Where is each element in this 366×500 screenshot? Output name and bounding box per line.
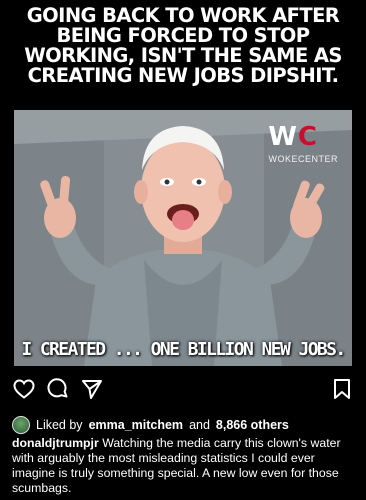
watermark-text: WOKECENTER xyxy=(268,154,338,164)
post-actions xyxy=(0,373,366,405)
caption-username-link[interactable]: donaldjtrumpjr xyxy=(12,436,99,450)
headline-line: CREATING NEW JOBS DIPSHIT. xyxy=(27,64,339,87)
heart-icon[interactable] xyxy=(12,377,36,401)
logo-text: WC xyxy=(268,122,318,152)
avatar[interactable] xyxy=(12,416,30,434)
headline-line: BEING FORCED TO STOP xyxy=(56,24,311,47)
likes-prefix: Liked by xyxy=(36,418,83,432)
liked-by-user-link[interactable]: emma_mitchem xyxy=(89,418,184,432)
meme-caption: I CREATED ... ONE BILLION NEW JOBS. xyxy=(21,339,346,360)
likes-summary: Liked by emma_mitchem and 8,866 others xyxy=(12,416,289,434)
likes-count-link[interactable]: 8,866 others xyxy=(216,418,289,432)
logo-accent-letter: C xyxy=(297,122,318,152)
bookmark-icon[interactable] xyxy=(330,377,354,401)
comment-icon[interactable] xyxy=(46,377,70,401)
meme-photo[interactable]: WC WOKECENTER I CREATED ... ONE BILLION … xyxy=(14,110,352,366)
headline-line: WORKING, ISN'T THE SAME AS xyxy=(24,44,342,67)
send-icon[interactable] xyxy=(80,377,104,401)
wokecenter-logo: WC xyxy=(268,122,318,152)
headline-line: GOING BACK TO WORK AFTER xyxy=(26,4,340,27)
post-caption: donaldjtrumpjr Watching the media carry … xyxy=(12,436,354,496)
likes-middle: and xyxy=(189,418,210,432)
meme-headline: GOING BACK TO WORK AFTER BEING FORCED TO… xyxy=(0,6,366,86)
